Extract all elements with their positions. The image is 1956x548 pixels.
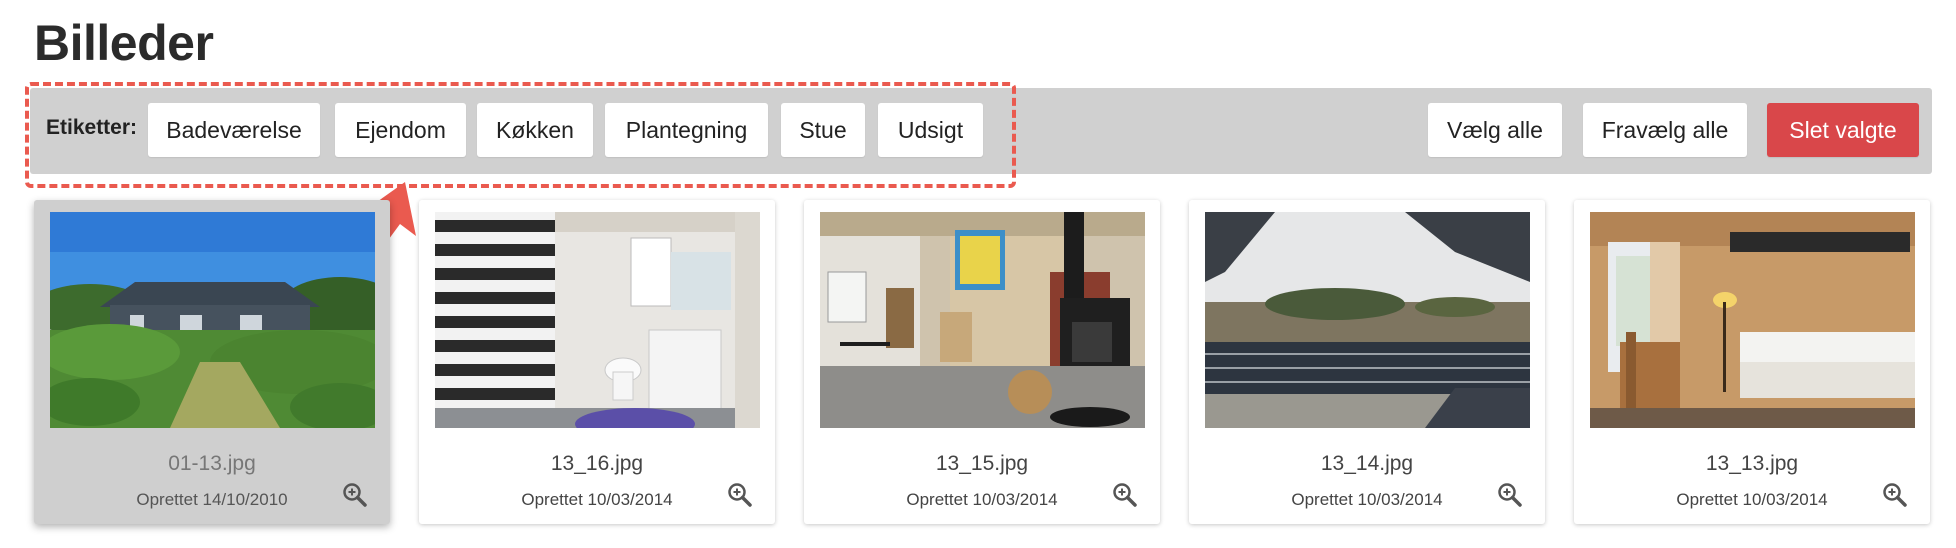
zoom-in-icon[interactable] [342, 482, 368, 508]
tag-button-badevaerelse[interactable]: Badeværelse [148, 103, 320, 157]
tag-button-stue[interactable]: Stue [781, 103, 865, 157]
image-card[interactable]: 13_13.jpg Oprettet 10/03/2014 [1574, 200, 1930, 524]
tag-toolbar: Etiketter: Badeværelse Ejendom Køkken Pl… [30, 88, 1932, 174]
deselect-all-button[interactable]: Fravælg alle [1583, 103, 1747, 157]
image-filename: 13_15.jpg [935, 452, 1029, 475]
zoom-in-icon[interactable] [727, 482, 753, 508]
select-all-button[interactable]: Vælg alle [1428, 103, 1562, 157]
image-created-date: Oprettet 14/10/2010 [136, 490, 288, 509]
image-thumbnail[interactable] [820, 212, 1145, 428]
page-title: Billeder [34, 15, 214, 71]
image-created-date: Oprettet 10/03/2014 [1291, 490, 1443, 509]
image-created-date: Oprettet 10/03/2014 [521, 490, 673, 509]
image-thumbnail[interactable] [50, 212, 375, 428]
image-card[interactable]: 13_15.jpg Oprettet 10/03/2014 [804, 200, 1160, 524]
tags-label: Etiketter: [46, 116, 138, 139]
image-thumbnail[interactable] [1590, 212, 1915, 428]
image-filename: 13_16.jpg [550, 452, 644, 475]
image-card[interactable]: 13_14.jpg Oprettet 10/03/2014 [1189, 200, 1545, 524]
image-card[interactable]: 01-13.jpg Oprettet 14/10/2010 [34, 200, 390, 524]
delete-selected-button[interactable]: Slet valgte [1767, 103, 1919, 157]
tag-button-koekken[interactable]: Køkken [477, 103, 593, 157]
tag-button-plantegning[interactable]: Plantegning [605, 103, 768, 157]
image-filename: 01-13.jpg [168, 452, 256, 475]
image-thumbnail[interactable] [1205, 212, 1530, 428]
tag-button-ejendom[interactable]: Ejendom [335, 103, 466, 157]
zoom-in-icon[interactable] [1882, 482, 1908, 508]
zoom-in-icon[interactable] [1497, 482, 1523, 508]
image-filename: 13_13.jpg [1705, 452, 1799, 475]
image-filename: 13_14.jpg [1320, 452, 1414, 475]
image-card[interactable]: 13_16.jpg Oprettet 10/03/2014 [419, 200, 775, 524]
zoom-in-icon[interactable] [1112, 482, 1138, 508]
image-created-date: Oprettet 10/03/2014 [906, 490, 1058, 509]
image-thumbnail[interactable] [435, 212, 760, 428]
image-created-date: Oprettet 10/03/2014 [1676, 490, 1828, 509]
tag-button-udsigt[interactable]: Udsigt [878, 103, 983, 157]
